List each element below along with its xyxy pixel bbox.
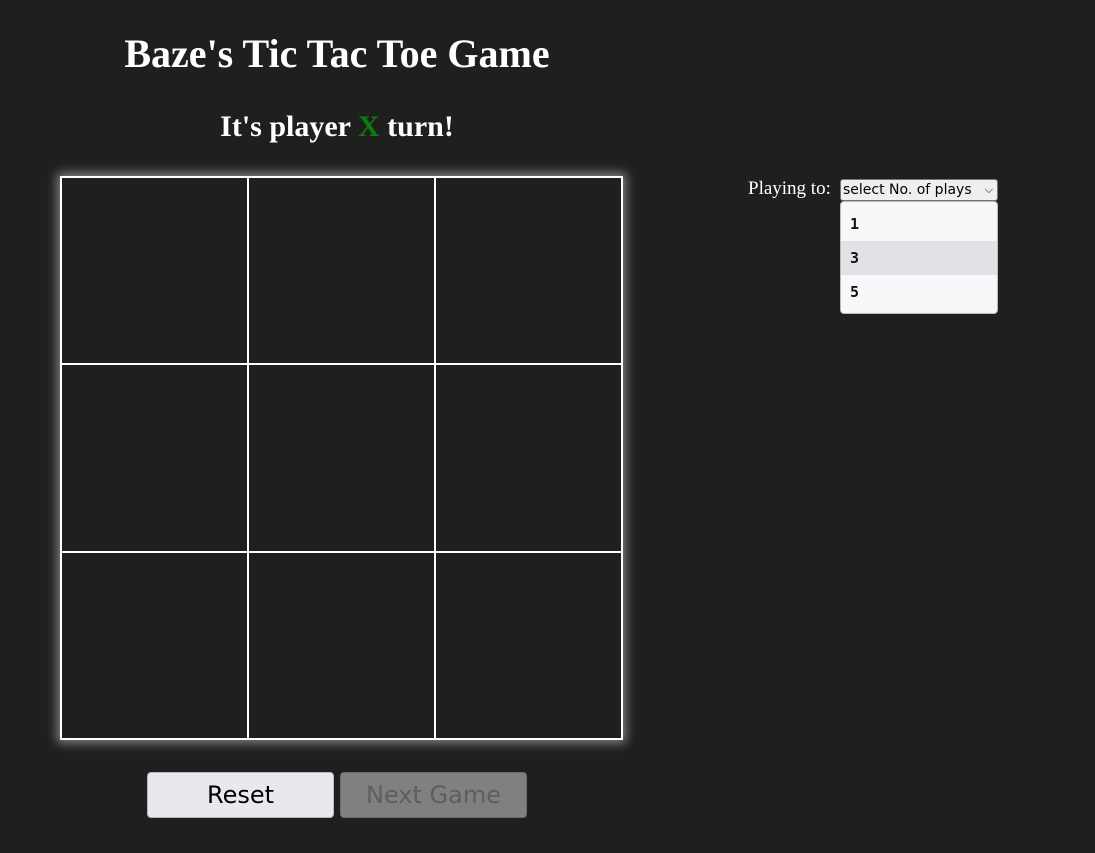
plays-option-3[interactable]: 3 — [841, 241, 997, 275]
plays-option-5[interactable]: 5 — [841, 275, 997, 309]
board-cell-9[interactable] — [435, 551, 622, 739]
board-cell-6[interactable] — [435, 364, 622, 552]
turn-prefix: It's player — [220, 110, 358, 143]
board-cell-2[interactable] — [248, 177, 435, 365]
page-title: Baze's Tic Tac Toe Game — [124, 31, 550, 76]
turn-indicator: It's player X turn! — [0, 108, 674, 146]
board-cell-8[interactable] — [248, 551, 435, 739]
game-board — [60, 176, 623, 740]
current-player: X — [357, 110, 380, 143]
board-cell-4[interactable] — [61, 364, 248, 552]
board-cell-1[interactable] — [61, 177, 248, 365]
reset-button[interactable]: Reset — [147, 772, 334, 818]
plays-select-value: select No. of plays — [843, 182, 972, 198]
next-game-button[interactable]: Next Game — [340, 772, 527, 818]
plays-dropdown: 1 3 5 — [840, 201, 998, 314]
turn-suffix: turn! — [379, 110, 454, 143]
playing-to-label: Playing to: — [748, 178, 831, 199]
plays-select[interactable]: select No. of plays ⌵ — [840, 179, 998, 201]
board-cell-3[interactable] — [435, 177, 622, 365]
chevron-down-icon: ⌵ — [984, 183, 993, 196]
board-cell-5[interactable] — [248, 364, 435, 552]
board-cell-7[interactable] — [61, 551, 248, 739]
plays-option-1[interactable]: 1 — [841, 207, 997, 241]
